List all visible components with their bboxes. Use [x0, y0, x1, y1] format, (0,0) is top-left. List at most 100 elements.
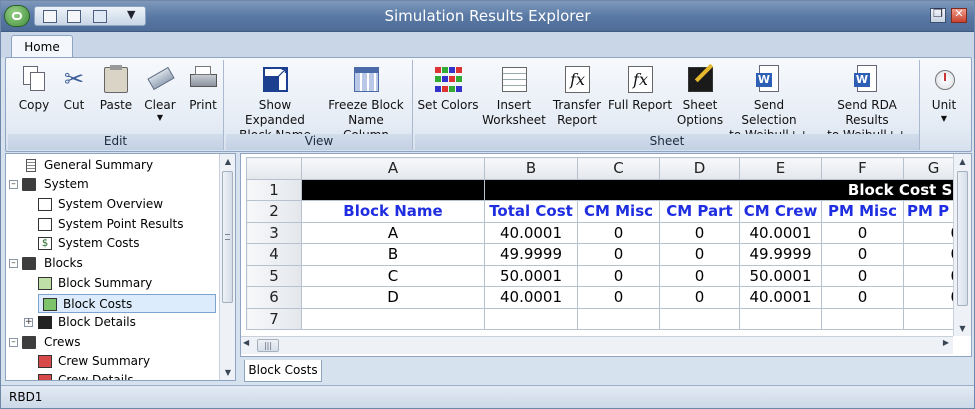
table-cell[interactable]: 0 — [659, 286, 740, 309]
table-cell[interactable]: C — [301, 264, 485, 287]
table-cell[interactable] — [821, 307, 904, 330]
table-cell[interactable]: B — [301, 243, 485, 266]
table-cell[interactable]: 0 — [577, 221, 660, 244]
table-cell[interactable]: 0 — [659, 264, 740, 287]
table-cell[interactable] — [484, 307, 578, 330]
table-cell[interactable]: 0 — [821, 264, 904, 287]
table-cell[interactable]: Block Name — [301, 200, 485, 223]
table-cell[interactable]: Total Cost — [484, 200, 578, 223]
tab-home[interactable]: Home — [11, 35, 73, 59]
row-header[interactable]: 6 — [246, 286, 302, 309]
grid-vertical-scrollbar[interactable]: ▲ ▼ — [953, 154, 971, 336]
function-icon: fx — [562, 64, 592, 94]
scroll-up-icon[interactable]: ▲ — [220, 154, 236, 169]
clipboard-icon — [101, 64, 131, 94]
table-cell[interactable]: 50.0001 — [739, 264, 822, 287]
block-costs-icon — [43, 298, 57, 311]
expand-icon[interactable]: + — [24, 318, 33, 327]
table-cell[interactable]: PM Misc — [821, 200, 904, 223]
grid-hscroll-thumb[interactable]: ||| — [257, 339, 279, 352]
gauge-icon — [929, 64, 959, 94]
grid-vscroll-thumb[interactable] — [957, 171, 968, 306]
banner-cell[interactable]: Block Cost Su — [484, 178, 964, 201]
tree-scrollbar[interactable]: ▲ ▼ — [219, 154, 235, 380]
column-header[interactable]: A — [301, 157, 485, 180]
table-cell[interactable]: 40.0001 — [739, 221, 822, 244]
column-header[interactable]: E — [739, 157, 822, 180]
scroll-right-icon[interactable]: ▶ — [943, 338, 949, 347]
scroll-left-icon[interactable]: ◀ — [243, 338, 249, 347]
insert-worksheet-button[interactable]: Insert Worksheet — [481, 64, 547, 128]
corner-cell[interactable] — [246, 157, 302, 180]
collapse-icon[interactable]: – — [9, 180, 18, 189]
column-header[interactable]: B — [484, 157, 578, 180]
table-cell[interactable] — [301, 307, 485, 330]
full-report-button[interactable]: fx Full Report — [605, 64, 675, 113]
column-header[interactable]: F — [821, 157, 904, 180]
table-cell[interactable] — [739, 307, 822, 330]
row-header[interactable]: 5 — [246, 264, 302, 287]
scroll-up-icon[interactable]: ▲ — [954, 154, 971, 169]
freeze-block-name-column-button[interactable]: Freeze Block Name Column — [324, 64, 408, 143]
row-header[interactable]: 1 — [246, 178, 302, 201]
table-cell[interactable] — [301, 178, 485, 201]
restore-button[interactable]: ❐ — [930, 7, 946, 23]
table-cell[interactable]: A — [301, 221, 485, 244]
edit-group-label: Edit — [8, 134, 223, 150]
clear-button[interactable]: Clear ▼ — [140, 64, 180, 123]
unit-dropdown-icon: ▼ — [940, 114, 948, 123]
table-cell[interactable]: 49.9999 — [484, 243, 578, 266]
column-header[interactable]: D — [659, 157, 740, 180]
table-cell[interactable]: D — [301, 286, 485, 309]
scroll-down-icon[interactable]: ▼ — [954, 321, 971, 336]
table-cell[interactable]: 40.0001 — [739, 286, 822, 309]
row-header[interactable]: 4 — [246, 243, 302, 266]
table-cell[interactable]: 50.0001 — [484, 264, 578, 287]
show-expanded-block-name-button[interactable]: ↗ Show Expanded Block Name — [228, 64, 322, 143]
printer-icon — [188, 64, 218, 94]
table-cell[interactable]: 0 — [821, 243, 904, 266]
sheet-options-button[interactable]: Sheet Options — [675, 63, 725, 128]
transfer-report-button[interactable]: fx Transfer Report — [549, 64, 605, 128]
scroll-down-icon[interactable]: ▼ — [220, 365, 236, 380]
paste-button[interactable]: Paste — [96, 64, 136, 113]
collapse-icon[interactable]: – — [9, 259, 18, 268]
grid-horizontal-scrollbar[interactable]: ◀ ||| ▶ — [241, 336, 953, 354]
table-cell[interactable] — [659, 307, 740, 330]
row-header[interactable]: 2 — [246, 200, 302, 223]
unit-group: Unit ▼ — [922, 60, 968, 150]
clear-dropdown-icon: ▼ — [156, 113, 164, 122]
send-selection-button[interactable]: W Send Selection to Weibull++ — [725, 64, 813, 143]
table-cell[interactable]: CM Crew — [739, 200, 822, 223]
weibull-doc-icon: W — [852, 64, 882, 94]
table-cell[interactable]: CM Part — [659, 200, 740, 223]
table-cell[interactable]: CM Misc — [577, 200, 660, 223]
set-colors-button[interactable]: Set Colors — [417, 64, 479, 113]
table-cell[interactable]: 0 — [659, 243, 740, 266]
tree-scroll-thumb[interactable] — [222, 171, 233, 303]
table-cell[interactable] — [577, 307, 660, 330]
row-header[interactable]: 3 — [246, 221, 302, 244]
collapse-icon[interactable]: – — [9, 338, 18, 347]
table-cell[interactable]: 49.9999 — [739, 243, 822, 266]
table-cell[interactable]: 0 — [577, 286, 660, 309]
table-cell[interactable]: 0 — [659, 221, 740, 244]
print-button[interactable]: Print — [184, 64, 222, 113]
send-rda-results-button[interactable]: W Send RDA Results to Weibull++ — [815, 64, 919, 143]
copy-button[interactable]: Copy — [14, 64, 54, 113]
row-header[interactable]: 7 — [246, 307, 302, 330]
cut-button[interactable]: ✂ Cut — [58, 64, 90, 113]
table-cell[interactable]: 0 — [821, 221, 904, 244]
tree-item-block-costs[interactable]: Block Costs — [38, 294, 216, 313]
sheet-tab-block-costs[interactable]: Block Costs — [244, 360, 322, 382]
table-cell[interactable]: 40.0001 — [484, 286, 578, 309]
close-button[interactable]: ✕ — [951, 7, 967, 23]
sheet-options-icon — [685, 63, 715, 94]
table-cell[interactable]: 0 — [821, 286, 904, 309]
table-cell[interactable]: 40.0001 — [484, 221, 578, 244]
table-cell[interactable]: 0 — [577, 243, 660, 266]
table-cell[interactable]: 0 — [577, 264, 660, 287]
unit-button[interactable]: Unit ▼ — [926, 64, 962, 125]
column-header[interactable]: C — [577, 157, 660, 180]
scissors-icon: ✂ — [63, 65, 85, 93]
